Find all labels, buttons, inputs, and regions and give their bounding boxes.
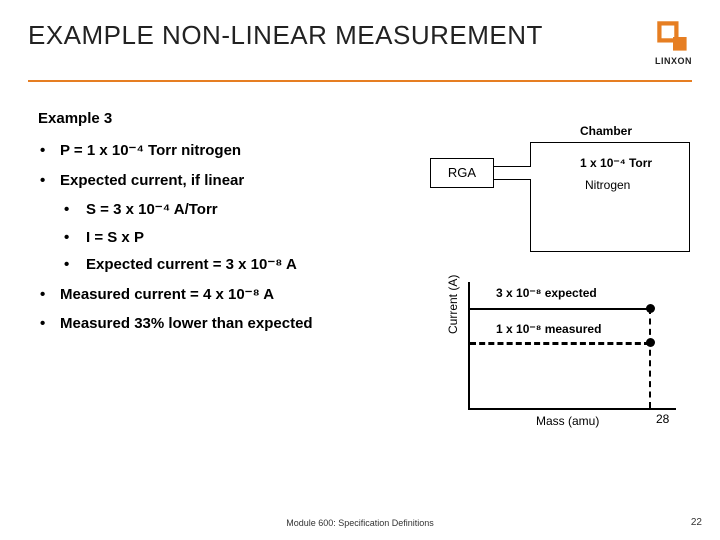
sub-bullet-expected-current: Expected current = 3 x 10⁻⁸ A [60,255,313,275]
spectrum-plot: 3 x 10⁻⁸ expected 1 x 10⁻⁸ measured Curr… [460,282,682,442]
x-axis [468,408,676,410]
slide-title: EXAMPLE NON-LINEAR MEASUREMENT [28,20,655,51]
footer-module: Module 600: Specification Definitions [0,518,720,528]
body-content: Example 3 P = 1 x 10⁻⁴ Torr nitrogen Exp… [38,110,313,344]
logo-icon [656,20,690,54]
x-tick-28: 28 [656,412,669,426]
expected-line [470,308,650,310]
sub-bullet-formula: I = S x P [60,228,313,248]
y-axis [468,282,470,410]
expected-annotation: 3 x 10⁻⁸ expected [496,286,597,300]
pressure-label: 1 x 10⁻⁴ Torr [580,156,652,170]
bullet-pressure: P = 1 x 10⁻⁴ Torr nitrogen [38,141,313,161]
sub-bullet-sensitivity: S = 3 x 10⁻⁴ A/Torr [60,200,313,220]
gas-label: Nitrogen [585,178,630,192]
bullet-expected-linear: Expected current, if linear S = 3 x 10⁻⁴… [38,171,313,275]
peak-dropline [649,308,651,408]
chamber-label: Chamber [580,124,632,138]
connector [493,166,531,180]
measured-annotation: 1 x 10⁻⁸ measured [496,322,601,336]
y-axis-label: Current (A) [446,275,460,334]
divider [28,80,692,82]
brand-name: LINXON [655,56,692,66]
example-label: Example 3 [38,110,313,127]
bullet-expected-text: Expected current, if linear [60,172,244,189]
rga-box: RGA [430,158,494,188]
bullet-measured-lower: Measured 33% lower than expected [38,314,313,334]
measured-line [470,342,650,345]
bullet-measured-current: Measured current = 4 x 10⁻⁸ A [38,285,313,305]
brand-logo: LINXON [655,20,692,66]
x-axis-label: Mass (amu) [536,414,599,428]
page-number: 22 [691,517,702,528]
